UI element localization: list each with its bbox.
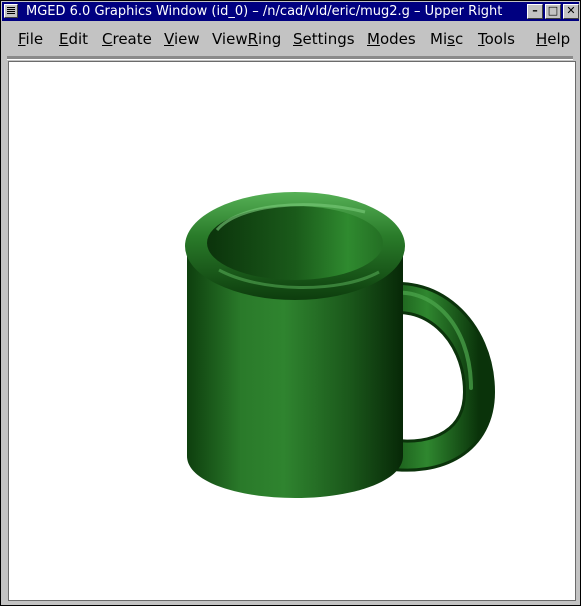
window-title: MGED 6.0 Graphics Window (id_0) – /n/cad…: [26, 4, 503, 19]
graphics-window: MGED 6.0 Graphics Window (id_0) – /n/cad…: [0, 0, 581, 606]
window-menu-button[interactable]: [4, 4, 18, 18]
menu-view[interactable]: View: [164, 30, 200, 48]
menu-edit[interactable]: Edit: [59, 30, 88, 48]
menu-tools[interactable]: Tools: [478, 30, 515, 48]
minimize-button[interactable]: –: [527, 4, 543, 19]
mug-icon: [185, 192, 496, 498]
menu-help[interactable]: Help: [536, 30, 570, 48]
menu-misc[interactable]: Misc: [430, 30, 463, 48]
close-button[interactable]: ✕: [563, 4, 579, 19]
graphics-viewport[interactable]: [8, 61, 576, 601]
menu-settings[interactable]: Settings: [293, 30, 355, 48]
menu-modes[interactable]: Modes: [367, 30, 416, 48]
menu-viewring[interactable]: ViewRing: [212, 30, 281, 48]
window-menu-icon: [7, 7, 15, 15]
title-bar[interactable]: MGED 6.0 Graphics Window (id_0) – /n/cad…: [2, 2, 579, 21]
menu-file[interactable]: File: [18, 30, 43, 48]
menu-bar: File Edit Create View ViewRing Settings …: [2, 22, 579, 54]
menu-separator: [7, 56, 573, 60]
menu-create[interactable]: Create: [102, 30, 152, 48]
maximize-button[interactable]: □: [545, 4, 561, 19]
